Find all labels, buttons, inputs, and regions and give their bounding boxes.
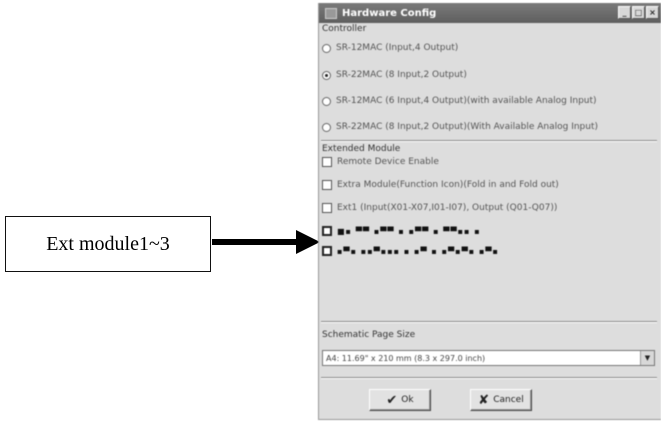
extended-item-ext1[interactable]: Ext1 (Input(X01-X07,I01-I07), Output (Q0… <box>322 203 557 213</box>
checkbox[interactable] <box>322 203 332 213</box>
cancel-button[interactable]: ✘ Cancel <box>470 389 532 411</box>
close-button[interactable]: × <box>646 6 659 19</box>
controller-option-4[interactable]: SR-22MAC (8 Input,2 Output)(With Availab… <box>322 122 598 132</box>
cross-icon: ✘ <box>478 392 490 408</box>
ok-button[interactable]: ✔ Ok <box>369 389 431 411</box>
section-divider <box>321 321 657 323</box>
radio-button-selected[interactable] <box>322 70 331 80</box>
extended-item-remote[interactable]: Remote Device Enable <box>322 157 439 167</box>
checkbox[interactable] <box>322 226 332 236</box>
extended-item-label: ■▪ ▀▀ ▪▀▀ ▪ ▪▀▀ ▪ ▀▀▪▪ ▪ <box>337 226 481 236</box>
controller-option-1[interactable]: SR-12MAC (Input,4 Output) <box>322 43 458 53</box>
section-divider <box>321 140 657 142</box>
radio-button[interactable] <box>322 43 331 53</box>
extended-item-ext2[interactable]: ■▪ ▀▀ ▪▀▀ ▪ ▪▀▀ ▪ ▀▀▪▪ ▪ <box>322 226 481 236</box>
controller-group-label: Controller <box>322 24 367 34</box>
controller-option-3[interactable]: SR-12MAC (6 Input,4 Output)(with availab… <box>322 96 597 106</box>
section-divider <box>321 377 657 379</box>
schematic-group-label: Schematic Page Size <box>322 330 416 340</box>
hardware-config-dialog: Hardware Config _ □ × Controller SR-12MA… <box>318 3 661 420</box>
controller-option-label: SR-12MAC (6 Input,4 Output)(with availab… <box>336 96 597 106</box>
app-icon <box>325 7 337 19</box>
extended-item-label: Extra Module(Function Icon)(Fold in and … <box>337 180 559 190</box>
chevron-down-icon[interactable]: ▼ <box>640 351 654 365</box>
callout-label: Ext module1~3 <box>5 216 211 272</box>
controller-option-label: SR-22MAC (8 Input,2 Output) <box>336 70 467 80</box>
window-title: Hardware Config <box>342 7 437 19</box>
checkbox[interactable] <box>322 157 332 167</box>
title-bar[interactable]: Hardware Config _ □ × <box>319 3 661 23</box>
checkbox[interactable] <box>322 246 332 256</box>
radio-button[interactable] <box>322 122 331 132</box>
minimize-button[interactable]: _ <box>618 6 631 19</box>
checkbox[interactable] <box>322 180 332 190</box>
page-size-value: A4: 11.69" x 210 mm (8.3 x 297.0 inch) <box>326 353 486 363</box>
controller-option-2[interactable]: SR-22MAC (8 Input,2 Output) <box>322 70 467 80</box>
extended-item-ext3[interactable]: ▪▀▪ ▪▪▀▪▪▪ ▪ ▪▀ ▪ ▪▀▪▀▪ ▪▀▪ <box>322 246 499 256</box>
extended-item-label: Ext1 (Input(X01-X07,I01-I07), Output (Q0… <box>337 203 558 213</box>
extended-item-label: ▪▀▪ ▪▪▀▪▪▪ ▪ ▪▀ ▪ ▪▀▪▀▪ ▪▀▪ <box>337 246 499 256</box>
radio-button[interactable] <box>322 96 331 106</box>
maximize-button[interactable]: □ <box>632 6 645 19</box>
checkmark-icon: ✔ <box>386 392 398 408</box>
page-size-dropdown[interactable]: A4: 11.69" x 210 mm (8.3 x 297.0 inch) ▼ <box>322 350 655 366</box>
controller-option-label: SR-22MAC (8 Input,2 Output)(With Availab… <box>336 122 599 132</box>
callout-arrow-icon <box>212 230 320 254</box>
extended-group-label: Extended Module <box>322 144 401 154</box>
extended-item-label: Remote Device Enable <box>337 157 439 167</box>
extended-item-extra[interactable]: Extra Module(Function Icon)(Fold in and … <box>322 180 559 190</box>
cancel-label: Cancel <box>493 395 524 405</box>
controller-option-label: SR-12MAC (Input,4 Output) <box>336 43 459 53</box>
ok-label: Ok <box>401 395 414 405</box>
